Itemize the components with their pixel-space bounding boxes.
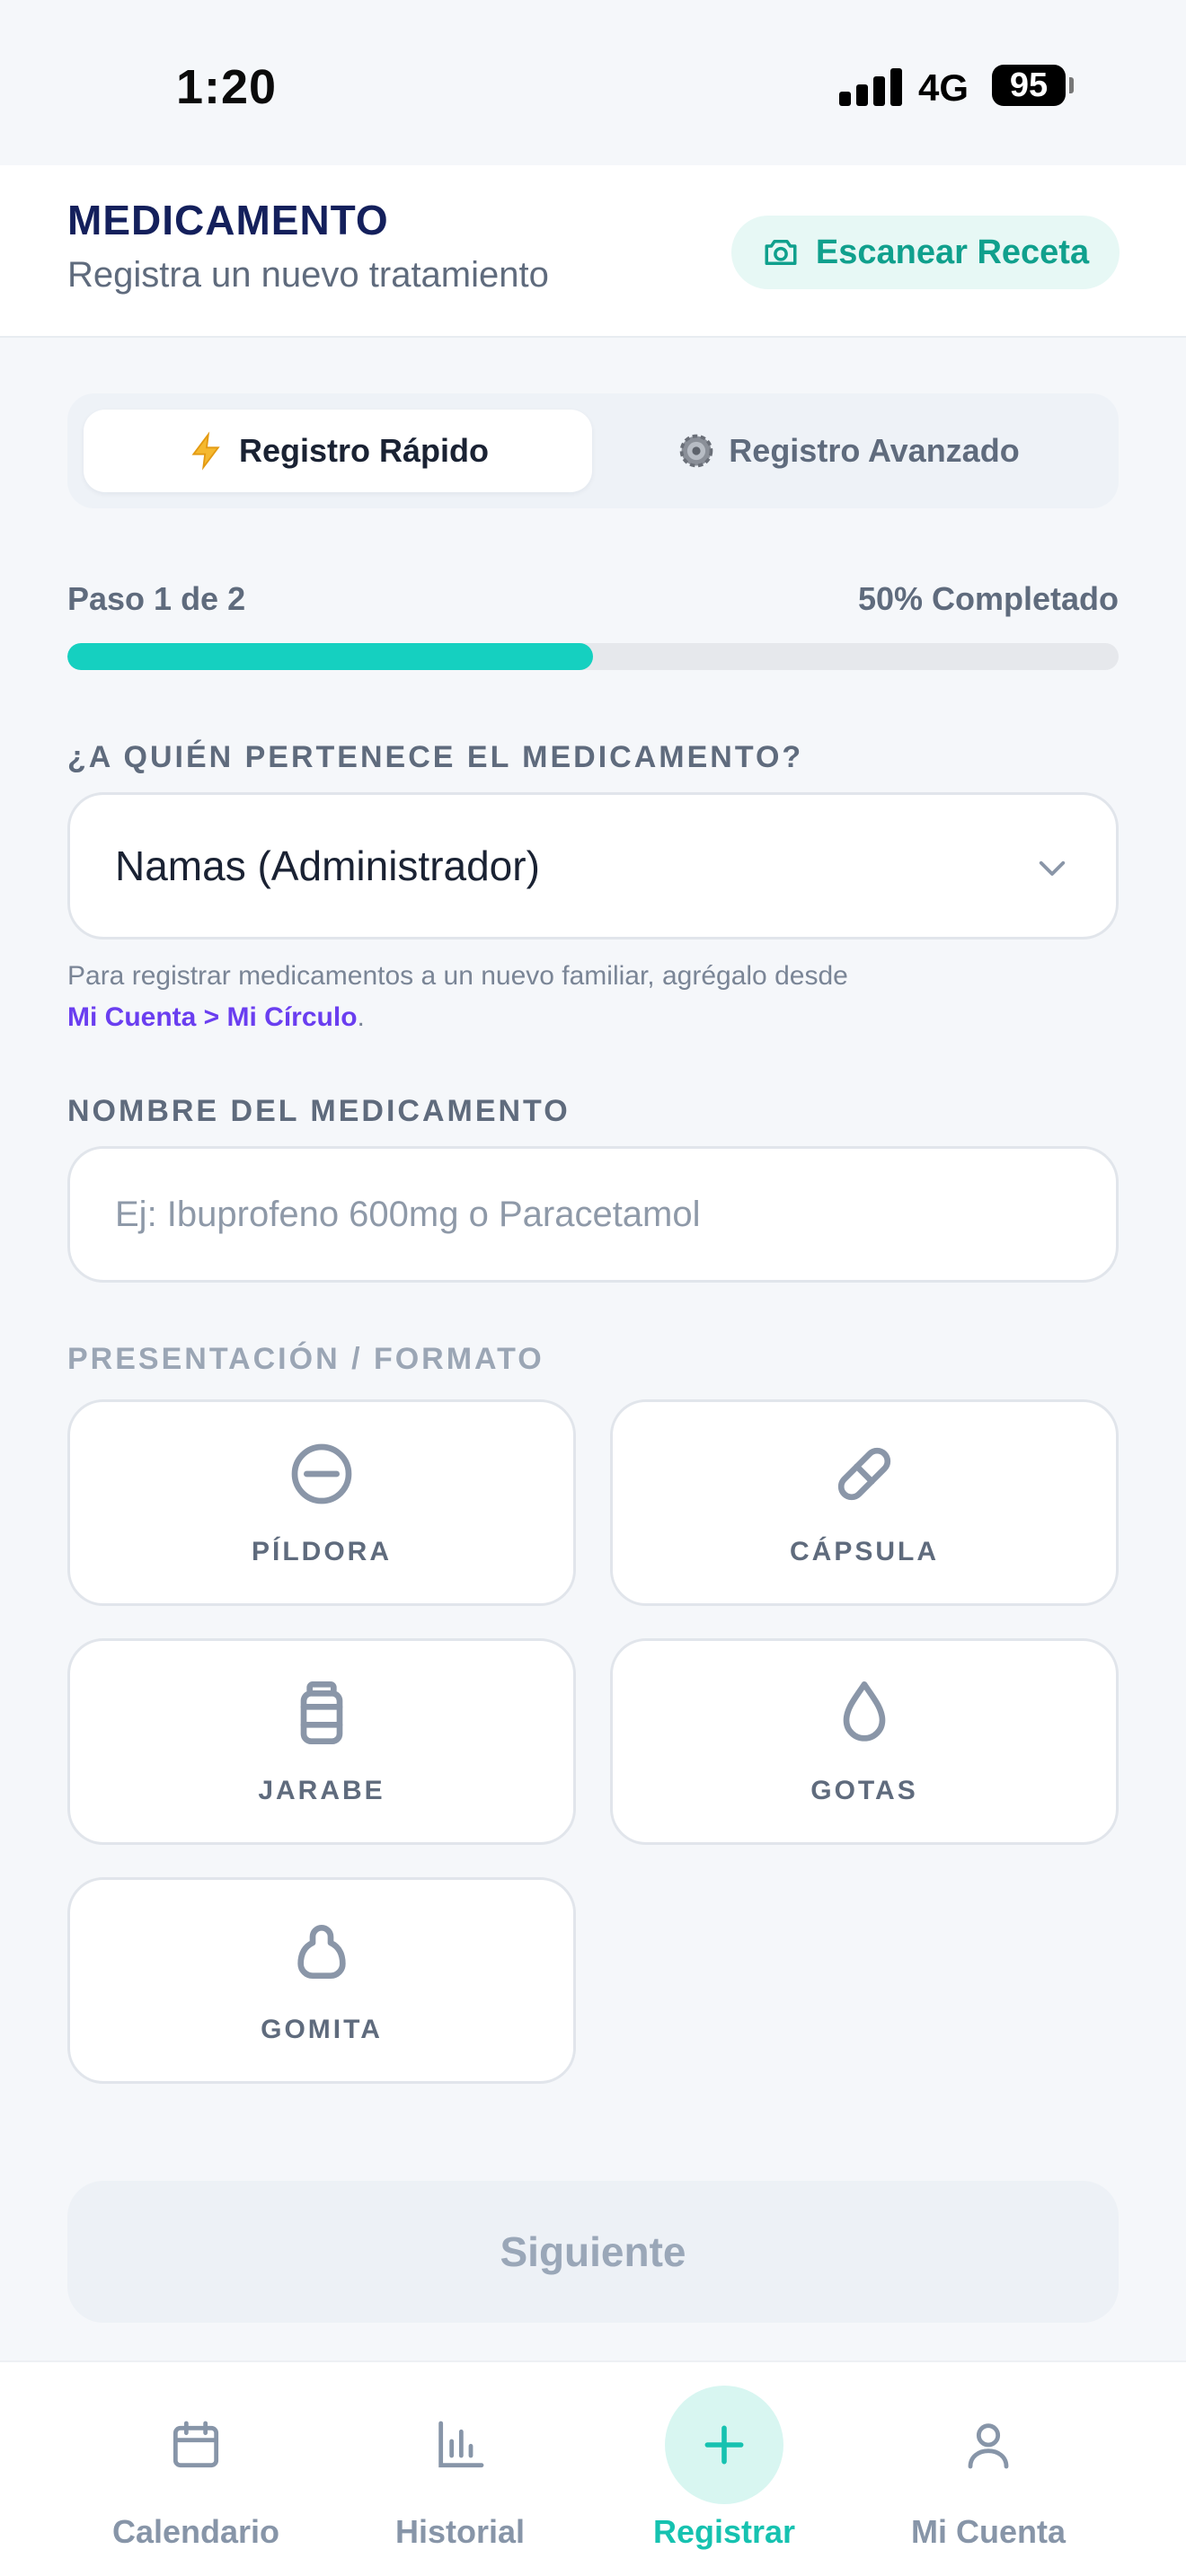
- format-option-label: GOMITA: [261, 2015, 383, 2044]
- nav-item-label: Mi Cuenta: [910, 2513, 1066, 2550]
- format-option-label: GOTAS: [810, 1776, 918, 1805]
- cellular-signal-icon: [839, 65, 904, 106]
- format-option-syrup[interactable]: JARABE: [67, 1638, 576, 1845]
- battery-icon: 95: [992, 65, 1066, 106]
- nav-item-history[interactable]: Historial: [334, 2362, 586, 2576]
- owner-help-prefix: Para registrar medicamentos a un nuevo f…: [67, 961, 848, 991]
- nav-item-label: Historial: [394, 2513, 526, 2550]
- medication-name-label: NOMBRE DEL MEDICAMENTO: [67, 1094, 571, 1128]
- gummy-icon: [297, 1925, 346, 1979]
- app-screen: 1:20 4G 95 MEDICAMENTO Registra un nuevo…: [0, 0, 1186, 2576]
- page-subtitle: Registra un nuevo tratamiento: [67, 255, 549, 295]
- tab-advanced-registration[interactable]: Registro Avanzado: [594, 410, 1102, 492]
- format-option-capsule[interactable]: CÁPSULA: [610, 1399, 1119, 1606]
- capsule-icon: [837, 1447, 891, 1501]
- format-option-pill[interactable]: PÍLDORA: [67, 1399, 576, 1606]
- next-button[interactable]: Siguiente: [67, 2181, 1119, 2323]
- format-option-drops[interactable]: GOTAS: [610, 1638, 1119, 1845]
- chevron-down-icon: [1039, 860, 1066, 876]
- pill-icon: [291, 1443, 352, 1504]
- step-indicator: Paso 1 de 2: [67, 580, 246, 617]
- nav-item-my-account[interactable]: Mi Cuenta: [863, 2362, 1114, 2576]
- owner-select[interactable]: Namas (Administrador): [67, 792, 1119, 940]
- owner-selected-value: Namas (Administrador): [115, 842, 540, 889]
- nav-item-register[interactable]: Registrar: [598, 2362, 850, 2576]
- status-time: 1:20: [176, 60, 278, 114]
- my-circle-link[interactable]: Mi Cuenta > Mi Círculo: [67, 1002, 358, 1032]
- lightning-icon: [191, 431, 220, 471]
- format-option-label: PÍLDORA: [252, 1537, 392, 1566]
- progress-bar: [67, 643, 1119, 670]
- owner-help-suffix: .: [357, 1002, 365, 1032]
- calendar-icon: [173, 2421, 219, 2468]
- camera-icon: [765, 240, 797, 265]
- medication-name-input[interactable]: [67, 1146, 1119, 1283]
- scan-prescription-label: Escanear Receta: [815, 233, 1090, 271]
- registration-mode-toggle: Registro Rápido Registro Avanzado: [67, 393, 1119, 508]
- format-option-gummy[interactable]: GOMITA: [67, 1877, 576, 2084]
- nav-item-label: Registrar: [652, 2513, 796, 2550]
- user-icon: [968, 2423, 1009, 2469]
- status-bar: 1:20 4G 95: [0, 0, 1186, 165]
- format-label: PRESENTACIÓN / FORMATO: [67, 1342, 544, 1376]
- network-type: 4G: [918, 66, 969, 109]
- owner-label: ¿A QUIÉN PERTENECE EL MEDICAMENTO?: [67, 740, 804, 774]
- nav-item-label: Calendario: [111, 2513, 280, 2550]
- plus-icon: [704, 2425, 744, 2465]
- tab-quick-registration-label: Registro Rápido: [238, 432, 489, 469]
- battery-tip: [1069, 77, 1074, 93]
- tab-quick-registration[interactable]: Registro Rápido: [84, 410, 592, 492]
- progress-bar-fill: [67, 643, 593, 670]
- format-option-label: JARABE: [258, 1776, 385, 1805]
- bottom-navigation: Calendario Historial Registrar Mi Cuenta: [0, 2360, 1186, 2576]
- format-option-label: CÁPSULA: [789, 1537, 939, 1566]
- register-fab[interactable]: [665, 2386, 783, 2504]
- nav-item-calendar[interactable]: Calendario: [70, 2362, 322, 2576]
- page-header: MEDICAMENTO Registra un nuevo tratamient…: [0, 165, 1186, 338]
- drop-icon: [843, 1681, 886, 1742]
- scan-prescription-button[interactable]: Escanear Receta: [731, 216, 1120, 289]
- syrup-bottle-icon: [300, 1681, 343, 1744]
- tab-advanced-registration-label: Registro Avanzado: [729, 432, 1020, 469]
- owner-help-text: Para registrar medicamentos a un nuevo f…: [67, 956, 1119, 1038]
- gear-icon: [679, 434, 713, 468]
- page-title: MEDICAMENTO: [67, 197, 389, 243]
- bar-chart-icon: [438, 2421, 484, 2468]
- progress-percentage: 50% Completado: [857, 580, 1119, 617]
